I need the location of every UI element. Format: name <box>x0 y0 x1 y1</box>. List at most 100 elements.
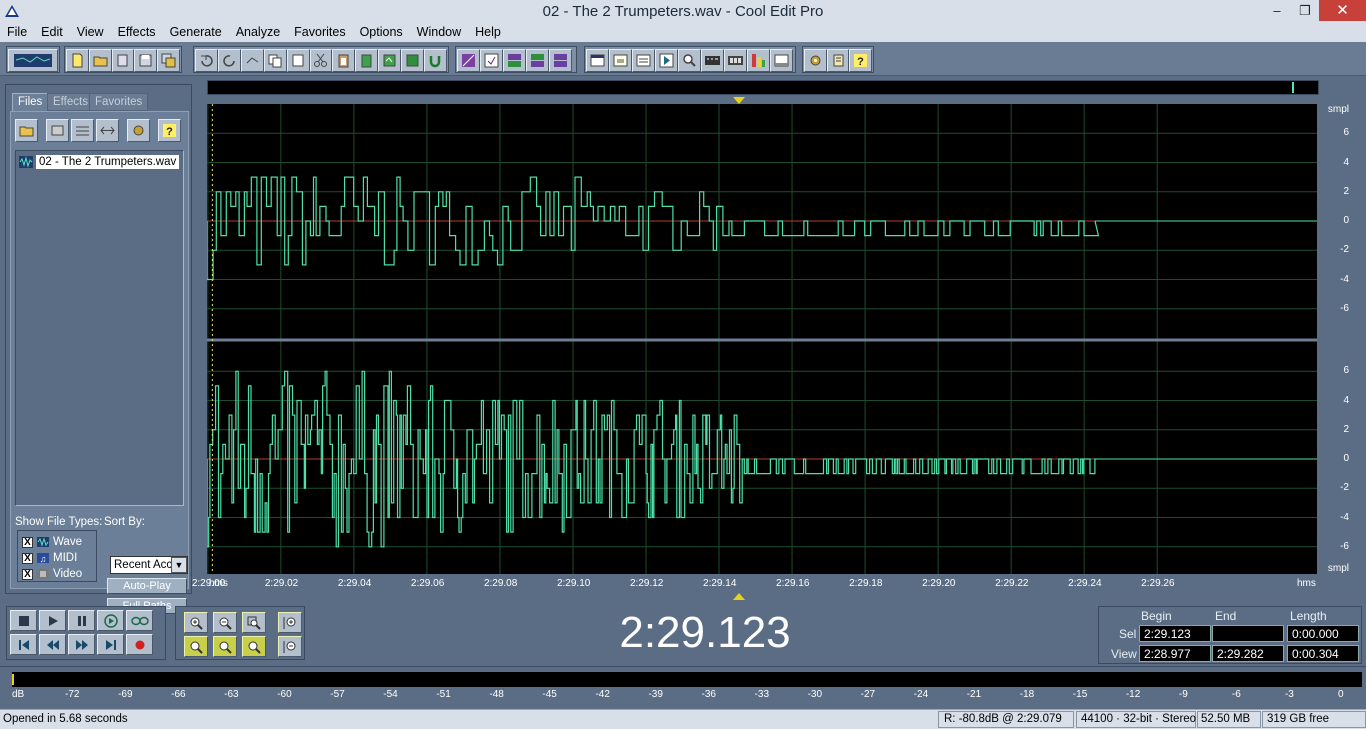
draw-button[interactable] <box>457 49 480 72</box>
sel-end-field[interactable] <box>1212 625 1284 642</box>
menu-help[interactable]: Help <box>468 25 508 39</box>
cursor-bottom-marker-icon[interactable] <box>733 593 745 600</box>
cursor-top-marker-icon[interactable] <box>733 97 745 104</box>
level-meters-button[interactable] <box>747 49 770 72</box>
filter-video[interactable]: X Video <box>22 566 92 582</box>
snap-button[interactable] <box>424 49 447 72</box>
restore-button[interactable]: ❐ <box>1290 0 1320 21</box>
waveform-channels[interactable] <box>207 104 1317 574</box>
settings-button[interactable] <box>804 49 827 72</box>
rewind-button[interactable] <box>39 634 66 655</box>
repeat-command-button[interactable] <box>240 49 264 72</box>
zoom-full-button[interactable] <box>242 612 266 633</box>
auto-play-button[interactable]: Auto-Play <box>107 578 187 594</box>
edit-right-channel-button[interactable] <box>549 49 572 72</box>
organizer-button[interactable] <box>586 49 609 72</box>
level-meter[interactable]: dB -72 -69 -66 -63 -60 -57 -54 -51 -48 -45 -42 -39 -3… <box>0 666 1366 704</box>
file-list[interactable]: 02 - The 2 Trumpeters.wav <box>15 150 184 506</box>
copy-button[interactable] <box>263 49 287 72</box>
trim-button[interactable] <box>401 49 425 72</box>
go-to-end-button[interactable] <box>97 634 124 655</box>
edit-file-button[interactable] <box>96 119 119 142</box>
view-begin-field[interactable]: 2:28.977 <box>1139 645 1211 662</box>
menu-options[interactable]: Options <box>353 25 410 39</box>
wave-checkbox[interactable]: X <box>22 536 33 548</box>
menu-window[interactable]: Window <box>410 25 468 39</box>
video-checkbox[interactable]: X <box>22 568 33 580</box>
waveform-svg[interactable] <box>207 104 1317 574</box>
paste-new-button[interactable] <box>355 49 379 72</box>
info-window-button[interactable] <box>609 49 632 72</box>
view-end-field[interactable]: 2:29.282 <box>1212 645 1284 662</box>
cut-button[interactable] <box>309 49 333 72</box>
help-button[interactable]: ? <box>849 49 873 72</box>
edit-both-channels-button[interactable] <box>503 49 526 72</box>
list-item[interactable]: 02 - The 2 Trumpeters.wav <box>19 154 180 170</box>
open-file-panel-button[interactable] <box>15 119 38 142</box>
tab-files[interactable]: Files <box>12 93 49 111</box>
paste-button[interactable] <box>332 49 356 72</box>
menu-analyze[interactable]: Analyze <box>229 25 287 39</box>
close-file-button[interactable] <box>111 49 135 72</box>
undo-button[interactable] <box>195 49 218 72</box>
select-tool-button[interactable] <box>480 49 503 72</box>
mix-paste-button[interactable] <box>378 49 402 72</box>
open-file-button[interactable] <box>88 49 112 72</box>
waveform-display[interactable]: smpl 6 4 2 0 -2 -4 -6 6 4 2 0 -2 -4 -6 smpl hms 2:29… <box>192 80 1359 600</box>
minimize-button[interactable]: – <box>1262 0 1292 21</box>
insert-into-multitrack-button[interactable] <box>71 119 94 142</box>
status-bar-button[interactable] <box>770 49 793 72</box>
save-all-button[interactable] <box>157 49 180 72</box>
scripts-button[interactable] <box>826 49 850 72</box>
zoom-to-right-button[interactable] <box>213 636 237 657</box>
multitrack-toggle-button[interactable] <box>8 49 58 72</box>
overview-bar[interactable] <box>207 80 1319 95</box>
organizer-help-button[interactable]: ? <box>158 119 181 142</box>
overview-view-marker[interactable] <box>1292 82 1294 93</box>
new-file-button[interactable] <box>66 49 89 72</box>
close-file-panel-button[interactable] <box>46 119 69 142</box>
view-length-field[interactable]: 0:00.304 <box>1287 645 1359 662</box>
sel-begin-field[interactable]: 2:29.123 <box>1139 625 1211 642</box>
copy-to-new-button[interactable] <box>286 49 310 72</box>
tab-effects[interactable]: Effects <box>47 93 94 111</box>
time-ruler[interactable]: hms 2:29.00 2:29.02 2:29.04 2:29.06 2:29.08 2… <box>192 574 1317 594</box>
menu-file[interactable]: File <box>0 25 34 39</box>
bbe-button[interactable] <box>724 49 747 72</box>
time-window-button[interactable] <box>701 49 724 72</box>
cue-list-button[interactable] <box>632 49 655 72</box>
close-button[interactable]: ✕ <box>1319 0 1366 21</box>
menu-effects[interactable]: Effects <box>111 25 163 39</box>
play-list-button[interactable] <box>655 49 678 72</box>
zoom-window-button[interactable] <box>678 49 701 72</box>
zoom-to-left-button[interactable] <box>184 636 208 657</box>
zoom-to-selection-button[interactable] <box>242 636 266 657</box>
filter-wave[interactable]: X Wave <box>22 534 92 550</box>
edit-left-channel-button[interactable] <box>526 49 549 72</box>
stop-button[interactable] <box>10 610 37 631</box>
go-to-beginning-button[interactable] <box>10 634 37 655</box>
save-button[interactable] <box>134 49 158 72</box>
menu-edit[interactable]: Edit <box>34 25 70 39</box>
filter-midi[interactable]: X ♫ MIDI <box>22 550 92 566</box>
pause-button[interactable] <box>68 610 95 631</box>
zoom-in-horizontal-button[interactable] <box>184 612 208 633</box>
menu-view[interactable]: View <box>70 25 111 39</box>
zoom-out-horizontal-button[interactable] <box>213 612 237 633</box>
redo-button[interactable] <box>217 49 241 72</box>
play-button[interactable] <box>39 610 66 631</box>
play-to-end-button[interactable] <box>97 610 124 631</box>
left-channel-waveform[interactable] <box>207 176 1100 281</box>
zoom-in-vertical-button[interactable] <box>278 612 302 633</box>
menu-generate[interactable]: Generate <box>163 25 229 39</box>
record-button[interactable] <box>126 634 153 655</box>
sel-length-field[interactable]: 0:00.000 <box>1287 625 1359 642</box>
zoom-out-vertical-button[interactable] <box>278 636 302 657</box>
loop-button[interactable] <box>126 610 153 631</box>
sort-dropdown-arrow[interactable]: ▼ <box>171 557 187 573</box>
menu-favorites[interactable]: Favorites <box>287 25 352 39</box>
tab-favorites[interactable]: Favorites <box>89 93 149 111</box>
organizer-options-button[interactable] <box>127 119 150 142</box>
fast-forward-button[interactable] <box>68 634 95 655</box>
midi-checkbox[interactable]: X <box>22 552 33 564</box>
